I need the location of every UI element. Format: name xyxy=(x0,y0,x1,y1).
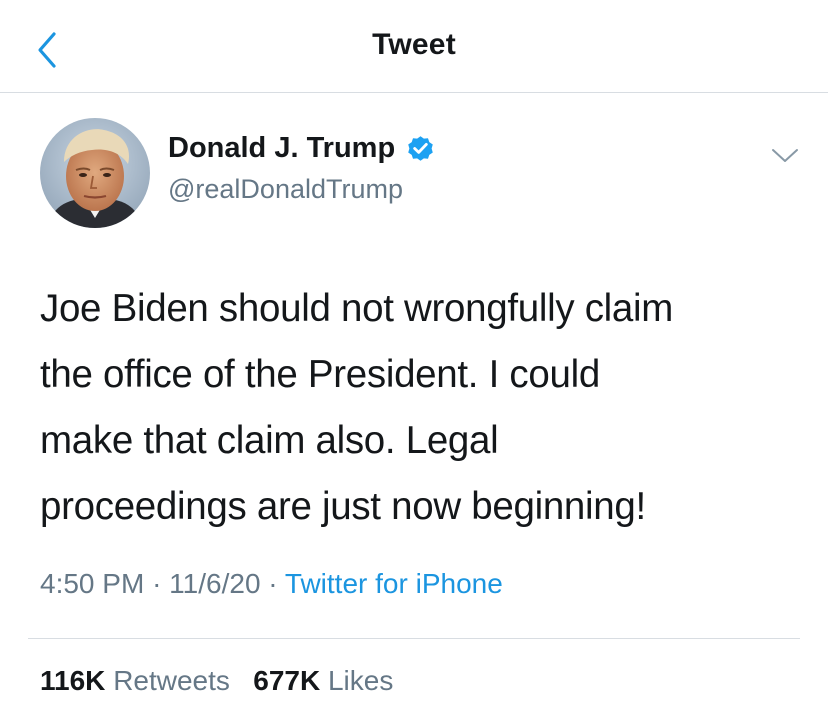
tweet-text: Joe Biden should not wrongfully claim th… xyxy=(40,287,674,528)
likes-stat[interactable]: 677K Likes xyxy=(253,665,393,696)
retweets-label: Retweets xyxy=(113,665,230,696)
page-title: Tweet xyxy=(372,28,456,61)
retweets-count: 116K xyxy=(40,665,106,696)
meta-separator: · xyxy=(268,568,278,599)
tweet-source-link[interactable]: Twitter for iPhone xyxy=(285,568,503,599)
divider xyxy=(28,638,800,639)
tweet-menu-button[interactable] xyxy=(770,146,800,166)
likes-label: Likes xyxy=(327,665,394,696)
tweet-time: 4:50 PM xyxy=(40,568,145,599)
tweet-author: Donald J. Trump @realDonaldTrump xyxy=(40,118,800,230)
avatar[interactable] xyxy=(40,118,150,228)
display-name-row[interactable]: Donald J. Trump xyxy=(168,132,436,165)
display-name: Donald J. Trump xyxy=(168,132,396,164)
chevron-down-icon xyxy=(772,149,798,162)
tweet-date: 11/6/20 xyxy=(169,568,261,599)
tweet-metadata: 4:50 PM · 11/6/20 · Twitter for iPhone xyxy=(40,568,503,600)
tweet-stats: 116K Retweets 677K Likes xyxy=(40,665,393,697)
meta-separator: · xyxy=(152,568,162,599)
navigation-header: Tweet xyxy=(0,0,828,93)
user-handle[interactable]: @realDonaldTrump xyxy=(168,174,403,205)
retweets-stat[interactable]: 116K Retweets xyxy=(40,665,230,696)
likes-count: 677K xyxy=(253,665,321,696)
verified-badge-icon xyxy=(408,136,433,161)
